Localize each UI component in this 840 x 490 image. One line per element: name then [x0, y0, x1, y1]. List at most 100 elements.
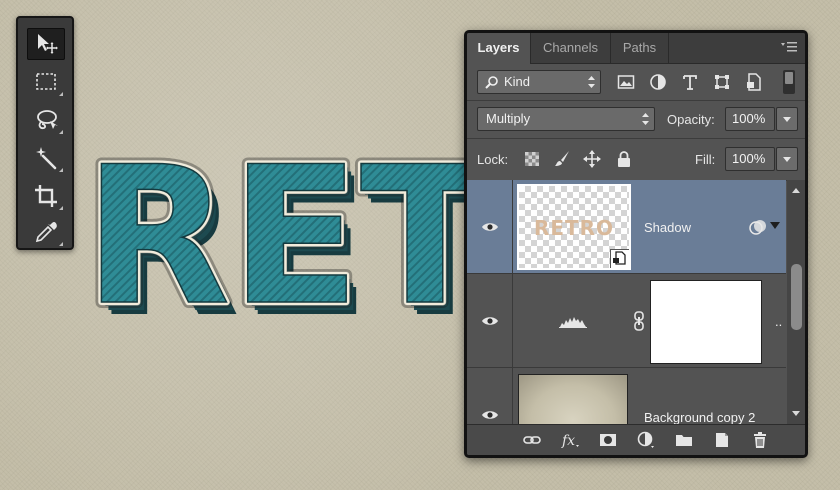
filter-toggle-switch[interactable]	[783, 70, 795, 94]
link-icon	[523, 436, 541, 444]
new-group-button[interactable]	[673, 429, 695, 451]
svg-text:fx: fx	[561, 433, 575, 449]
filter-kind-label: Kind	[504, 74, 531, 89]
move-arrows-icon	[583, 150, 601, 168]
tab-channels[interactable]: Channels	[531, 33, 611, 63]
layers-scrollbar[interactable]	[787, 180, 805, 424]
toolbox	[16, 16, 74, 250]
mask-icon	[600, 434, 616, 446]
blend-mode-value: Multiply	[486, 111, 531, 126]
link-layers-button[interactable]	[521, 429, 543, 451]
panel-tab-bar: Layers Channels Paths	[467, 33, 805, 64]
filter-row: Kind	[467, 64, 805, 101]
opacity-dropdown-button[interactable]	[776, 107, 798, 131]
magic-wand-icon	[36, 147, 57, 170]
submenu-corner-icon	[59, 92, 63, 96]
marquee-icon	[36, 73, 56, 90]
visibility-toggle[interactable]	[467, 368, 513, 424]
lock-label: Lock:	[477, 152, 509, 167]
eye-icon	[481, 316, 498, 325]
layer-thumbnail-background[interactable]	[518, 374, 628, 424]
panel-bottom-bar: fx	[467, 424, 805, 455]
image-icon	[617, 75, 635, 89]
chevron-down-icon	[783, 156, 791, 162]
new-adjustment-button[interactable]	[635, 429, 657, 451]
layer-thumbnail-shadow[interactable]: RETRO	[517, 184, 631, 270]
lock-pixels-button[interactable]	[551, 148, 573, 170]
new-layer-icon	[716, 433, 728, 447]
opacity-label: Opacity:	[667, 112, 715, 127]
lock-all-button[interactable]	[613, 148, 635, 170]
submenu-corner-icon	[59, 206, 63, 210]
chevron-down-icon	[783, 116, 791, 122]
spinner-arrows-icon	[588, 76, 595, 88]
filter-pixel-button[interactable]	[615, 71, 637, 93]
layer-mask-thumbnail[interactable]	[650, 280, 762, 364]
chain-link-icon[interactable]	[633, 311, 645, 331]
crop-tool[interactable]	[27, 180, 65, 212]
spinner-arrows-icon	[642, 113, 649, 125]
move-tool[interactable]	[27, 28, 65, 60]
crop-icon	[35, 185, 57, 207]
opacity-input[interactable]: 100%	[725, 107, 775, 131]
filter-kind-select[interactable]: Kind	[477, 70, 601, 94]
thumbnail-text: RETRO	[533, 216, 615, 240]
search-icon	[485, 76, 498, 89]
filter-shape-button[interactable]	[711, 71, 733, 93]
lasso-icon	[37, 110, 58, 130]
type-icon	[683, 75, 697, 90]
layer-style-button[interactable]: fx	[559, 429, 581, 451]
lock-transparent-button[interactable]	[521, 148, 543, 170]
visibility-toggle[interactable]	[467, 274, 513, 367]
fill-input[interactable]: 100%	[725, 147, 775, 171]
checkerboard-icon	[525, 152, 539, 166]
tab-layers[interactable]: Layers	[467, 33, 531, 64]
expand-effects-icon[interactable]	[770, 222, 780, 229]
scroll-up-icon[interactable]	[792, 188, 800, 193]
eye-icon	[481, 410, 498, 419]
filter-toggle-knob	[785, 72, 793, 84]
smart-object-icon	[747, 73, 761, 91]
lock-position-button[interactable]	[581, 148, 603, 170]
layer-effects-icon[interactable]	[749, 218, 767, 236]
filter-type-button[interactable]	[679, 71, 701, 93]
layer-row-shadow[interactable]: RETRO Shadow	[467, 180, 786, 274]
smart-object-badge	[610, 249, 629, 268]
scroll-down-icon[interactable]	[792, 411, 800, 416]
retro-text-face: RET	[84, 126, 490, 347]
eyedropper-tool[interactable]	[27, 216, 65, 248]
layers-list: RETRO Shadow .. Background copy 2	[467, 180, 786, 424]
layer-row-adjustment[interactable]: ..	[467, 274, 786, 368]
lock-row: Lock: Fill: 100%	[467, 138, 805, 181]
move-icon	[38, 34, 58, 54]
layer-row-background-copy-2[interactable]: Background copy 2	[467, 368, 786, 424]
blend-mode-select[interactable]: Multiply	[477, 107, 655, 131]
blend-row: Multiply Opacity: 100%	[467, 100, 805, 139]
retro-text: RET RET RET RET RET RET RET	[78, 120, 500, 359]
eye-icon	[481, 222, 498, 231]
smart-object-icon	[613, 251, 626, 265]
visibility-toggle[interactable]	[467, 180, 513, 273]
layer-name[interactable]: Background copy 2	[644, 410, 755, 424]
eyedropper-icon	[35, 222, 57, 243]
submenu-corner-icon	[59, 130, 63, 134]
lock-icon	[618, 151, 630, 167]
magic-wand-tool[interactable]	[27, 142, 65, 174]
fx-icon: fx	[561, 433, 579, 449]
filter-smart-object-button[interactable]	[743, 71, 765, 93]
scroll-thumb[interactable]	[791, 264, 802, 330]
levels-histogram-icon[interactable]	[559, 314, 587, 328]
brush-icon	[555, 151, 569, 166]
layer-name[interactable]: Shadow	[644, 220, 691, 235]
lasso-tool[interactable]	[27, 104, 65, 136]
filter-adjustment-button[interactable]	[647, 71, 669, 93]
folder-icon	[676, 435, 692, 446]
panel-menu-icon[interactable]	[781, 41, 797, 53]
marquee-tool[interactable]	[27, 66, 65, 98]
add-mask-button[interactable]	[597, 429, 619, 451]
delete-layer-button[interactable]	[749, 429, 771, 451]
fill-dropdown-button[interactable]	[776, 147, 798, 171]
new-layer-button[interactable]	[711, 429, 733, 451]
layer-name-truncated: ..	[775, 314, 783, 329]
tab-paths[interactable]: Paths	[611, 33, 669, 63]
